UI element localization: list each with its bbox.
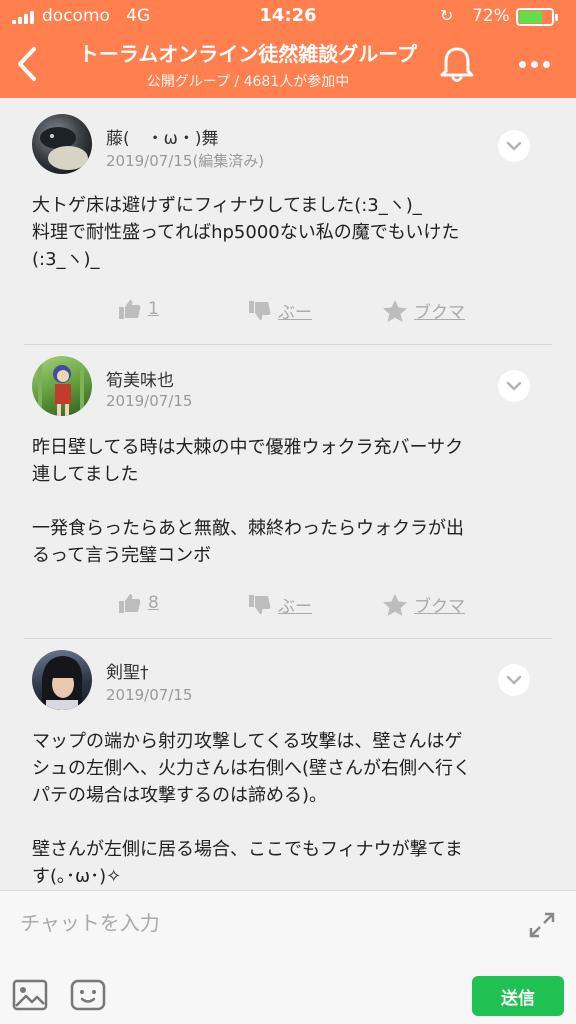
post-body: マップの端から射刃攻撃してくる攻撃は、壁さんはゲ シュの左側へ、火力さんは右側へ… (32, 728, 542, 890)
like-button[interactable]: 8 (118, 592, 159, 614)
post-date: 2019/07/15(編集済み) (106, 152, 265, 170)
image-icon (12, 979, 48, 1011)
post-author[interactable]: 剣聖† (106, 658, 149, 683)
avatar-image (38, 356, 84, 416)
post-line: パテの場合は攻撃するのは諦める)。 (32, 785, 328, 806)
post-menu-button[interactable] (498, 130, 530, 162)
chevron-down-icon (506, 675, 522, 685)
post-date: 2019/07/15 (106, 686, 193, 704)
post-line: 壁さんが左側に居る場合、ここでもフィナウが撃てま (32, 839, 463, 860)
thumbs-down-icon (249, 300, 271, 320)
post-feed[interactable]: 藤( ・ω・)舞 2019/07/15(編集済み) 大トゲ床は避けずにフィナウし… (0, 98, 576, 890)
post-author[interactable]: 藤( ・ω・)舞 (106, 124, 219, 149)
post-line (32, 809, 542, 836)
post-line: マップの端から射刃攻撃してくる攻撃は、壁さんはゲ (32, 731, 463, 752)
star-icon (383, 299, 407, 322)
like-button[interactable]: 1 (118, 298, 159, 320)
post-date: 2019/07/15 (106, 392, 193, 410)
post: 筍美味也 2019/07/15 昨日壁してる時は大棘の中で優雅ウォクラ充バーサク… (0, 344, 576, 638)
divider (24, 344, 552, 345)
sticker-button[interactable] (70, 979, 106, 1011)
bookmark-button[interactable]: ブクマ (382, 298, 465, 323)
status-bar: docomo 4G 14:26 ↻ 72% (0, 0, 576, 34)
thumbs-up-icon (119, 300, 141, 319)
battery-icon (516, 8, 558, 26)
divider (24, 638, 552, 639)
boo-label: ぶー (278, 597, 312, 617)
send-button[interactable]: 送信 (472, 976, 564, 1016)
post-line: シュの左側へ、火力さんは右側へ(壁さんが右側へ行く (32, 758, 472, 779)
more-button[interactable] (512, 50, 556, 78)
post-line: 料理で耐性盛ってればhp5000ない私の魔でもいけた (32, 222, 460, 243)
star-icon (383, 593, 407, 616)
like-count: 8 (148, 593, 159, 613)
post: 藤( ・ω・)舞 2019/07/15(編集済み) 大トゲ床は避けずにフィナウし… (0, 98, 576, 344)
boo-button[interactable]: ぶー (248, 298, 312, 323)
avatar-image (42, 656, 83, 710)
notification-button[interactable] (438, 44, 476, 84)
post: 剣聖† 2019/07/15 マップの端から射刃攻撃してくる攻撃は、壁さんはゲ … (0, 638, 576, 890)
post-line: るって言う完璧コンボ (32, 545, 212, 566)
post-line: 大トゲ床は避けずにフィナウしてました(:3_ヽ)_ (32, 195, 422, 216)
chat-input[interactable] (0, 891, 520, 955)
expand-icon (529, 912, 555, 938)
avatar[interactable] (32, 356, 92, 416)
group-title: トーラムオンライン徒然雑談グループ (78, 42, 418, 66)
post-line (32, 488, 542, 515)
more-dots-icon (518, 60, 526, 68)
post-line: 一発食らったらあと無敵、棘終わったらウォクラが出 (32, 518, 464, 539)
post-line: す(｡･ω･)✧ (32, 866, 122, 887)
bookmark-label: ブクマ (414, 597, 465, 617)
post-menu-button[interactable] (498, 664, 530, 696)
bookmark-label: ブクマ (414, 303, 465, 323)
bell-icon (440, 47, 474, 82)
post-body: 大トゲ床は避けずにフィナウしてました(:3_ヽ)_ 料理で耐性盛ってればhp50… (32, 192, 542, 273)
avatar[interactable] (32, 114, 92, 174)
chevron-down-icon (506, 381, 522, 391)
app-header: docomo 4G 14:26 ↻ 72% トーラムオンライン徒然雑談グループ … (0, 0, 576, 98)
back-button[interactable] (10, 42, 44, 86)
post-body: 昨日壁してる時は大棘の中で優雅ウォクラ充バーサク 連してました 一発食らったらあ… (32, 434, 542, 569)
boo-button[interactable]: ぶー (248, 592, 312, 617)
chevron-left-icon (18, 47, 36, 81)
thumbs-down-icon (249, 594, 271, 614)
post-actions: 8 ぶー ブクマ (0, 592, 576, 622)
chevron-down-icon (506, 141, 522, 151)
orientation-lock-icon: ↻ (440, 6, 454, 25)
battery-percent: 72% (472, 6, 510, 26)
post-menu-button[interactable] (498, 370, 530, 402)
post-line: 連してました (32, 464, 139, 485)
bookmark-button[interactable]: ブクマ (382, 592, 465, 617)
post-line: 昨日壁してる時は大棘の中で優雅ウォクラ充バーサク (32, 437, 464, 458)
like-count: 1 (148, 299, 159, 319)
expand-button[interactable] (526, 909, 558, 941)
post-line: (:3_ヽ)_ (32, 249, 100, 270)
avatar-image (40, 127, 88, 170)
post-actions: 1 ぶー ブクマ (0, 298, 576, 328)
group-subtitle: 公開グループ / 4681人が参加中 (146, 74, 350, 90)
boo-label: ぶー (278, 303, 312, 323)
post-author[interactable]: 筍美味也 (106, 366, 174, 391)
smiley-icon (70, 979, 106, 1011)
thumbs-up-icon (119, 594, 141, 613)
image-picker-button[interactable] (12, 979, 48, 1011)
avatar[interactable] (32, 650, 92, 710)
group-title-area[interactable]: トーラムオンライン徒然雑談グループ 公開グループ / 4681人が参加中 (60, 38, 436, 91)
